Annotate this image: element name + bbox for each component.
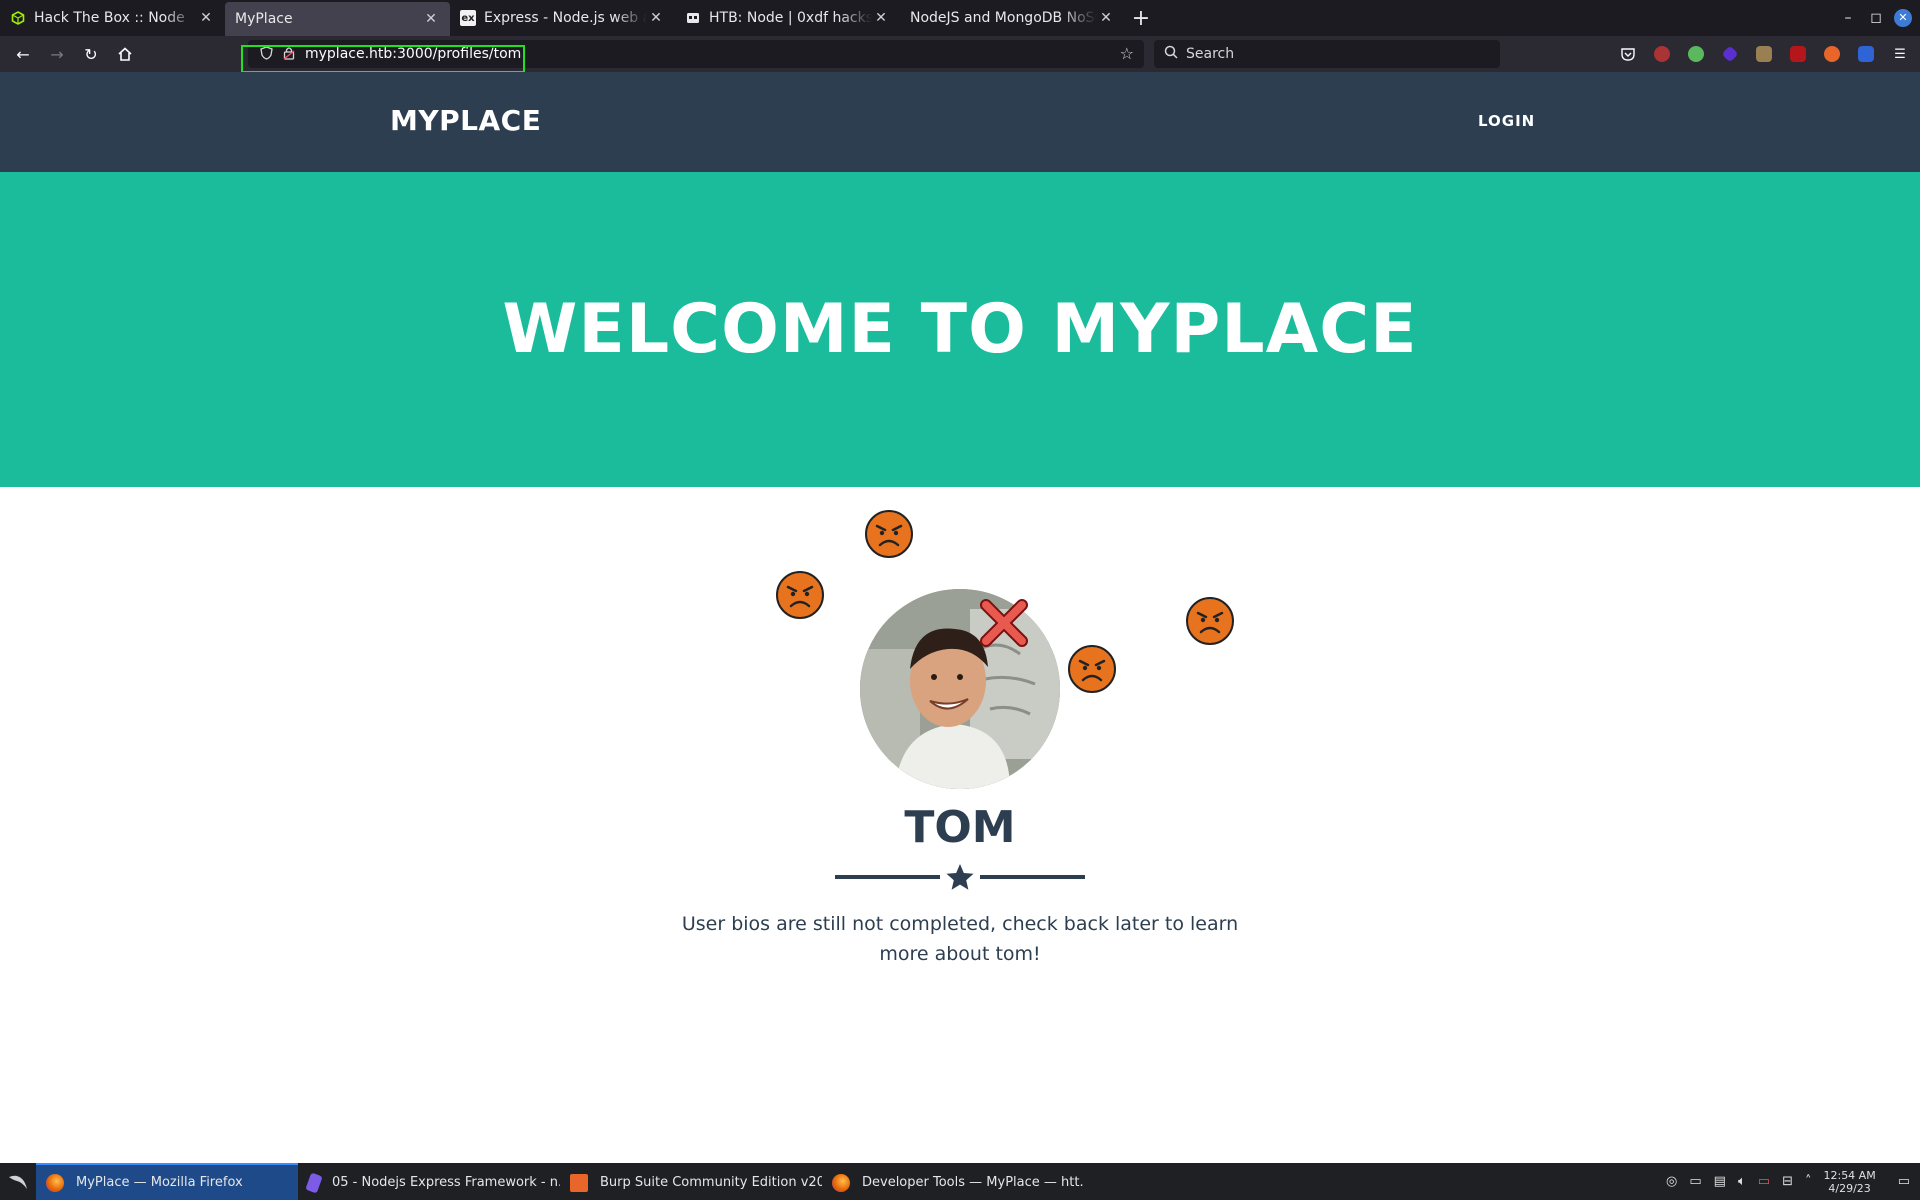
hero-title: WELCOME TO MYPLACE	[502, 290, 1418, 369]
search-icon	[1164, 45, 1178, 63]
tab-0xdf[interactable]: HTB: Node | 0xdf hacks stu ✕	[675, 0, 900, 36]
vpn-icon[interactable]: ◎	[1666, 1174, 1677, 1189]
taskbar-item-label: 05 - Nodejs Express Framework - n...	[332, 1175, 560, 1190]
burp-icon	[570, 1173, 588, 1192]
taskbar-item-label: Burp Suite Community Edition v20...	[600, 1175, 822, 1190]
obsidian-icon	[305, 1171, 323, 1194]
window-close-icon[interactable]: ✕	[1894, 9, 1912, 27]
clock-time: 12:54 AM	[1823, 1168, 1876, 1182]
site-brand[interactable]: MYPLACE	[390, 104, 541, 137]
taskbar-item-burp[interactable]: Burp Suite Community Edition v20...	[560, 1163, 822, 1200]
profile-section: TOM User bios are still not completed, c…	[0, 487, 1920, 1163]
nav-toolbar: ← → ↻ myplace.htb:3000/profiles/tom ☆ Se…	[0, 36, 1920, 72]
os-taskbar: MyPlace — Mozilla Firefox 05 - Nodejs Ex…	[0, 1163, 1920, 1200]
foxyproxy-icon[interactable]	[1820, 42, 1844, 66]
home-icon[interactable]	[108, 39, 142, 69]
bookmark-star-icon[interactable]: ☆	[1120, 44, 1134, 63]
taskbar-item-firefox[interactable]: MyPlace — Mozilla Firefox	[36, 1163, 298, 1200]
system-tray: ◎ ▭ ▤ 🔈︎ ▭ ⊟ ˄ 12:54 AM 4/29/23 ▭	[1666, 1163, 1920, 1200]
site-navbar: MYPLACE LOGIN	[0, 72, 1920, 172]
hero-banner: WELCOME TO MYPLACE	[0, 172, 1920, 487]
profile-name: TOM	[904, 802, 1016, 853]
htb-cube-icon	[10, 10, 26, 26]
firefox-icon	[46, 1173, 64, 1192]
tab-title: Express - Node.js web appl	[484, 10, 647, 26]
kali-menu-icon[interactable]	[0, 1163, 36, 1200]
search-bar[interactable]: Search	[1154, 40, 1500, 68]
puzzle-extension-icon[interactable]	[1752, 42, 1776, 66]
tab-strip: Hack The Box :: Node ✕ MyPlace ✕ ex Expr…	[0, 0, 1920, 36]
clipboard-icon[interactable]: ▤	[1714, 1174, 1726, 1189]
taskbar-item-label: Developer Tools — MyPlace — htt...	[862, 1175, 1084, 1190]
star-divider	[835, 864, 1085, 890]
volume-icon[interactable]: 🔈︎	[1738, 1174, 1746, 1189]
purple-extension-icon[interactable]	[1718, 42, 1742, 66]
show-desktop-icon[interactable]: ▭	[1898, 1174, 1910, 1189]
close-icon[interactable]: ✕	[197, 10, 215, 26]
tab-title: HTB: Node | 0xdf hacks stu	[709, 10, 872, 26]
taskbar-item-label: MyPlace — Mozilla Firefox	[76, 1175, 243, 1190]
profile-extension-icon[interactable]	[1650, 42, 1674, 66]
hamburger-menu-icon[interactable]: ☰	[1888, 42, 1912, 66]
profile-bio: User bios are still not completed, check…	[681, 913, 1239, 965]
window-controls: – ◻ ✕	[1834, 0, 1920, 36]
pocket-icon[interactable]	[1616, 42, 1640, 66]
shield-icon[interactable]	[260, 45, 273, 63]
0xdf-icon	[685, 10, 701, 26]
web-page: MYPLACE LOGIN WELCOME TO MYPLACE TOM Use…	[0, 72, 1920, 1163]
extension-icons: ☰	[1616, 42, 1912, 66]
taskbar-item-obsidian[interactable]: 05 - Nodejs Express Framework - n...	[298, 1163, 560, 1200]
angry-face-icon	[1186, 597, 1234, 645]
tab-myplace[interactable]: MyPlace ✕	[225, 2, 450, 36]
bitwarden-icon[interactable]	[1854, 42, 1878, 66]
red-x-icon	[980, 599, 1028, 647]
terminal-icon[interactable]: ▭	[1689, 1174, 1701, 1189]
minimize-icon[interactable]: –	[1834, 10, 1862, 26]
chevron-up-icon[interactable]: ˄	[1805, 1174, 1812, 1189]
insecure-lock-icon[interactable]	[283, 46, 295, 63]
back-arrow-icon[interactable]: ←	[6, 39, 40, 69]
green-extension-icon[interactable]	[1684, 42, 1708, 66]
login-link[interactable]: LOGIN	[1478, 112, 1535, 130]
firefox-icon	[832, 1173, 850, 1192]
clock-date: 4/29/23	[1828, 1181, 1871, 1195]
express-ex-icon: ex	[460, 10, 476, 26]
url-bar[interactable]: myplace.htb:3000/profiles/tom ☆	[248, 40, 1144, 68]
taskbar-item-devtools[interactable]: Developer Tools — MyPlace — htt...	[822, 1163, 1084, 1200]
url-text: myplace.htb:3000/profiles/tom	[305, 46, 522, 62]
close-icon[interactable]: ✕	[647, 10, 665, 26]
profile-avatar	[860, 589, 1060, 789]
maximize-icon[interactable]: ◻	[1862, 10, 1890, 26]
tab-nosql[interactable]: NodeJS and MongoDB NoSQL ✕	[900, 0, 1125, 36]
new-tab-button[interactable]: +	[1125, 0, 1157, 36]
close-icon[interactable]: ✕	[422, 11, 440, 27]
angry-face-icon	[865, 510, 913, 558]
angry-face-icon	[1068, 645, 1116, 693]
tab-hack-the-box[interactable]: Hack The Box :: Node ✕	[0, 0, 225, 36]
ublock-icon[interactable]	[1786, 42, 1810, 66]
close-icon[interactable]: ✕	[1097, 10, 1115, 26]
tab-title: MyPlace	[235, 11, 293, 27]
network-icon[interactable]: ⊟	[1782, 1174, 1793, 1189]
angry-face-icon	[776, 571, 824, 619]
search-placeholder: Search	[1186, 46, 1235, 62]
tab-title: NodeJS and MongoDB NoSQL	[910, 10, 1097, 26]
battery-icon[interactable]: ▭	[1758, 1174, 1770, 1189]
reload-icon[interactable]: ↻	[74, 39, 108, 69]
clock[interactable]: 12:54 AM 4/29/23	[1823, 1169, 1875, 1195]
tab-title: Hack The Box :: Node	[34, 10, 185, 26]
close-icon[interactable]: ✕	[872, 10, 890, 26]
star-icon	[946, 864, 974, 890]
forward-arrow-icon[interactable]: →	[40, 39, 74, 69]
tab-express[interactable]: ex Express - Node.js web appl ✕	[450, 0, 675, 36]
